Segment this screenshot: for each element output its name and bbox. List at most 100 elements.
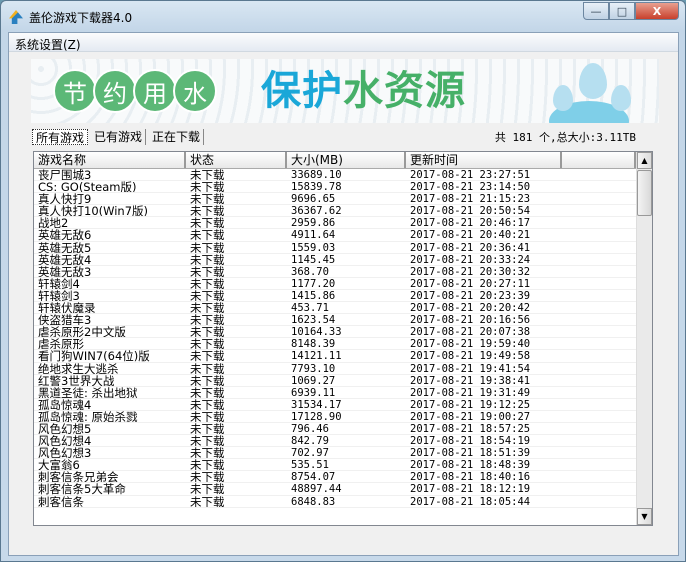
summary-text: 共 181 个,总大小:3.11TB: [494, 131, 636, 144]
updated-time-cell: 2017-08-21 18:57:25: [410, 422, 531, 435]
size-cell: 15839.78: [291, 181, 342, 193]
updated-time-cell: 2017-08-21 20:27:11: [410, 277, 531, 289]
table-row[interactable]: 刺客信条 未下载 6848.83 2017-08-21 18:05:44: [34, 496, 652, 508]
table-row[interactable]: 战地2 未下载 2959.86 2017-08-21 20:46:17: [34, 217, 652, 230]
status-cell: 未下载: [190, 302, 225, 314]
table-row[interactable]: 真人快打10(Win7版) 未下载 36367.62 2017-08-21 20:50…: [34, 205, 652, 218]
status-cell: 未下载: [190, 435, 225, 447]
tab-all-games[interactable]: 所有游戏: [32, 129, 89, 145]
updated-time-cell: 2017-08-21 20:16:56: [410, 314, 531, 326]
size-cell: 842.79: [291, 435, 329, 447]
table-row[interactable]: 风色幻想3 未下载 702.97 2017-08-21 18:51:39: [34, 447, 652, 460]
table-row[interactable]: 轩辕剑4 未下载 1177.20 2017-08-21 20:27:11: [34, 278, 652, 290]
table-row[interactable]: 真人快打9 未下载 9696.65 2017-08-21 21:15:23: [34, 193, 652, 206]
table-row[interactable]: 虐杀原形 未下载 8148.39 2017-08-21 19:59:40: [34, 338, 652, 351]
updated-time-cell: 2017-08-21 20:30:32: [410, 265, 531, 277]
header-updated[interactable]: 更新时间: [406, 152, 562, 168]
game-name-cell: 丧尸围城3: [38, 169, 92, 181]
table-row[interactable]: 风色幻想4 未下载 842.79 2017-08-21 18:54:19: [34, 435, 652, 448]
status-cell: 未下载: [190, 374, 225, 386]
tab-downloading[interactable]: 正在下载: [149, 129, 205, 145]
table-row[interactable]: 轩辕伏魔录 未下载 453.71 2017-08-21 20:20:42: [34, 302, 652, 315]
tab-bar: 所有游戏 已有游戏 正在下载: [32, 129, 207, 145]
table-row[interactable]: 大富翁6 未下载 535.51 2017-08-21 18:48:39: [34, 459, 652, 472]
minimize-button[interactable]: —: [583, 2, 609, 20]
game-name-cell: 轩辕剑4: [38, 277, 80, 289]
game-name-cell: 刺客信条: [38, 495, 84, 507]
title-bar: 盖伦游戏下载器4.0: [9, 7, 132, 27]
status-cell: 未下载: [190, 205, 225, 217]
table-row[interactable]: 丧尸围城3 未下载 33689.10 2017-08-21 23:27:51: [34, 169, 652, 182]
status-cell: 未下载: [190, 217, 225, 229]
menu-system-settings[interactable]: 系统设置(Z): [15, 38, 81, 52]
size-cell: 453.71: [291, 302, 329, 314]
table-row[interactable]: 虐杀原形2中文版 未下载 10164.33 2017-08-21 20:07:38: [34, 326, 652, 339]
status-cell: 未下载: [190, 398, 225, 410]
scroll-down-icon[interactable]: ▼: [637, 508, 652, 525]
status-cell: 未下载: [190, 483, 225, 495]
updated-time-cell: 2017-08-21 23:14:50: [410, 181, 531, 193]
table-row[interactable]: 孤岛惊魂4 未下载 31534.17 2017-08-21 19:12:25: [34, 399, 652, 411]
status-cell: 未下载: [190, 350, 225, 362]
vertical-scrollbar[interactable]: ▲ ▼: [636, 152, 652, 525]
table-row[interactable]: 看门狗WIN7(64位)版 未下载 14121.11 2017-08-21 19:49…: [34, 350, 652, 363]
game-name-cell: 看门狗WIN7(64位)版: [38, 350, 150, 362]
game-name-cell: 英雄无敌6: [38, 229, 92, 241]
header-size[interactable]: 大小(MB): [287, 152, 406, 168]
table-row[interactable]: 轩辕剑3 未下载 1415.86 2017-08-21 20:23:39: [34, 289, 652, 303]
header-name[interactable]: 游戏名称: [34, 152, 186, 168]
table-row[interactable]: 英雄无敌6 未下载 4911.64 2017-08-21 20:40:21: [34, 229, 652, 242]
table-row[interactable]: 刺客信条5大革命 未下载 48897.44 2017-08-21 18:12:19: [34, 483, 652, 496]
banner-ad[interactable]: 节 约 用 水 保护水资源: [31, 59, 659, 123]
size-cell: 796.46: [291, 422, 329, 435]
updated-time-cell: 2017-08-21 20:20:42: [410, 302, 531, 314]
table-row[interactable]: 风色幻想5 未下载 796.46 2017-08-21 18:57:25: [34, 422, 652, 436]
table-row[interactable]: 刺客信条兄弟会 未下载 8754.07 2017-08-21 18:40:16: [34, 471, 652, 484]
close-button[interactable]: X: [635, 2, 679, 20]
table-row[interactable]: 英雄无敌4 未下载 1145.45 2017-08-21 20:33:24: [34, 254, 652, 266]
updated-time-cell: 2017-08-21 20:46:17: [410, 217, 531, 229]
updated-time-cell: 2017-08-21 19:38:41: [410, 374, 531, 386]
status-cell: 未下载: [190, 495, 225, 507]
game-name-cell: 英雄无敌5: [38, 241, 92, 253]
updated-time-cell: 2017-08-21 20:50:54: [410, 205, 531, 217]
game-name-cell: CS: GO(Steam版): [38, 181, 137, 193]
status-cell: 未下载: [190, 265, 225, 277]
table-header: 游戏名称 状态 大小(MB) 更新时间: [34, 152, 652, 169]
table-row[interactable]: 绝地求生大逃杀 未下载 7793.10 2017-08-21 19:41:54: [34, 363, 652, 375]
status-cell: 未下载: [190, 386, 225, 398]
size-cell: 368.70: [291, 265, 329, 277]
table-row[interactable]: 侠盗猎车3 未下载 1623.54 2017-08-21 20:16:56: [34, 314, 652, 327]
size-cell: 2959.86: [291, 217, 336, 229]
header-status[interactable]: 状态: [186, 152, 287, 168]
updated-time-cell: 2017-08-21 20:33:24: [410, 253, 531, 265]
scroll-up-icon[interactable]: ▲: [637, 152, 652, 169]
menu-bar: 系统设置(Z): [9, 33, 678, 52]
game-name-cell: 虐杀原形: [38, 338, 84, 350]
updated-time-cell: 2017-08-21 21:15:23: [410, 193, 531, 205]
table-row[interactable]: 英雄无敌5 未下载 1559.03 2017-08-21 20:36:41: [34, 242, 652, 254]
table-row[interactable]: 黑道圣徒: 杀出地狱 未下载 6939.11 2017-08-21 19:31:49: [34, 387, 652, 399]
table-row[interactable]: 红警3世界大战 未下载 1069.27 2017-08-21 19:38:41: [34, 375, 652, 387]
game-name-cell: 刺客信条5大革命: [38, 483, 126, 495]
tab-owned-games[interactable]: 已有游戏: [91, 129, 147, 145]
status-cell: 未下载: [190, 410, 225, 422]
size-cell: 14121.11: [291, 350, 342, 362]
slogan-part-a: 保护: [261, 68, 343, 114]
updated-time-cell: 2017-08-21 18:54:19: [410, 435, 531, 447]
scroll-thumb[interactable]: [637, 170, 652, 216]
banner-circle: 水: [173, 69, 217, 113]
table-row[interactable]: 英雄无敌3 未下载 368.70 2017-08-21 20:30:32: [34, 266, 652, 278]
game-name-cell: 风色幻想4: [38, 435, 92, 447]
header-empty: [562, 152, 636, 168]
game-name-cell: 战地2: [38, 217, 69, 229]
game-name-cell: 红警3世界大战: [38, 374, 115, 386]
game-name-cell: 虐杀原形2中文版: [38, 326, 126, 338]
status-cell: 未下载: [190, 447, 225, 459]
app-window: 盖伦游戏下载器4.0 — □ X 系统设置(Z) 节 约 用 水 保护水资源 所…: [0, 0, 686, 562]
table-row[interactable]: CS: GO(Steam版) 未下载 15839.78 2017-08-21 23:1…: [34, 181, 652, 194]
updated-time-cell: 2017-08-21 19:31:49: [410, 386, 531, 398]
maximize-button[interactable]: □: [609, 2, 635, 20]
table-row[interactable]: 孤岛惊魂: 原始杀戮 未下载 17128.90 2017-08-21 19:00:27: [34, 411, 652, 423]
status-cell: 未下载: [190, 289, 225, 302]
